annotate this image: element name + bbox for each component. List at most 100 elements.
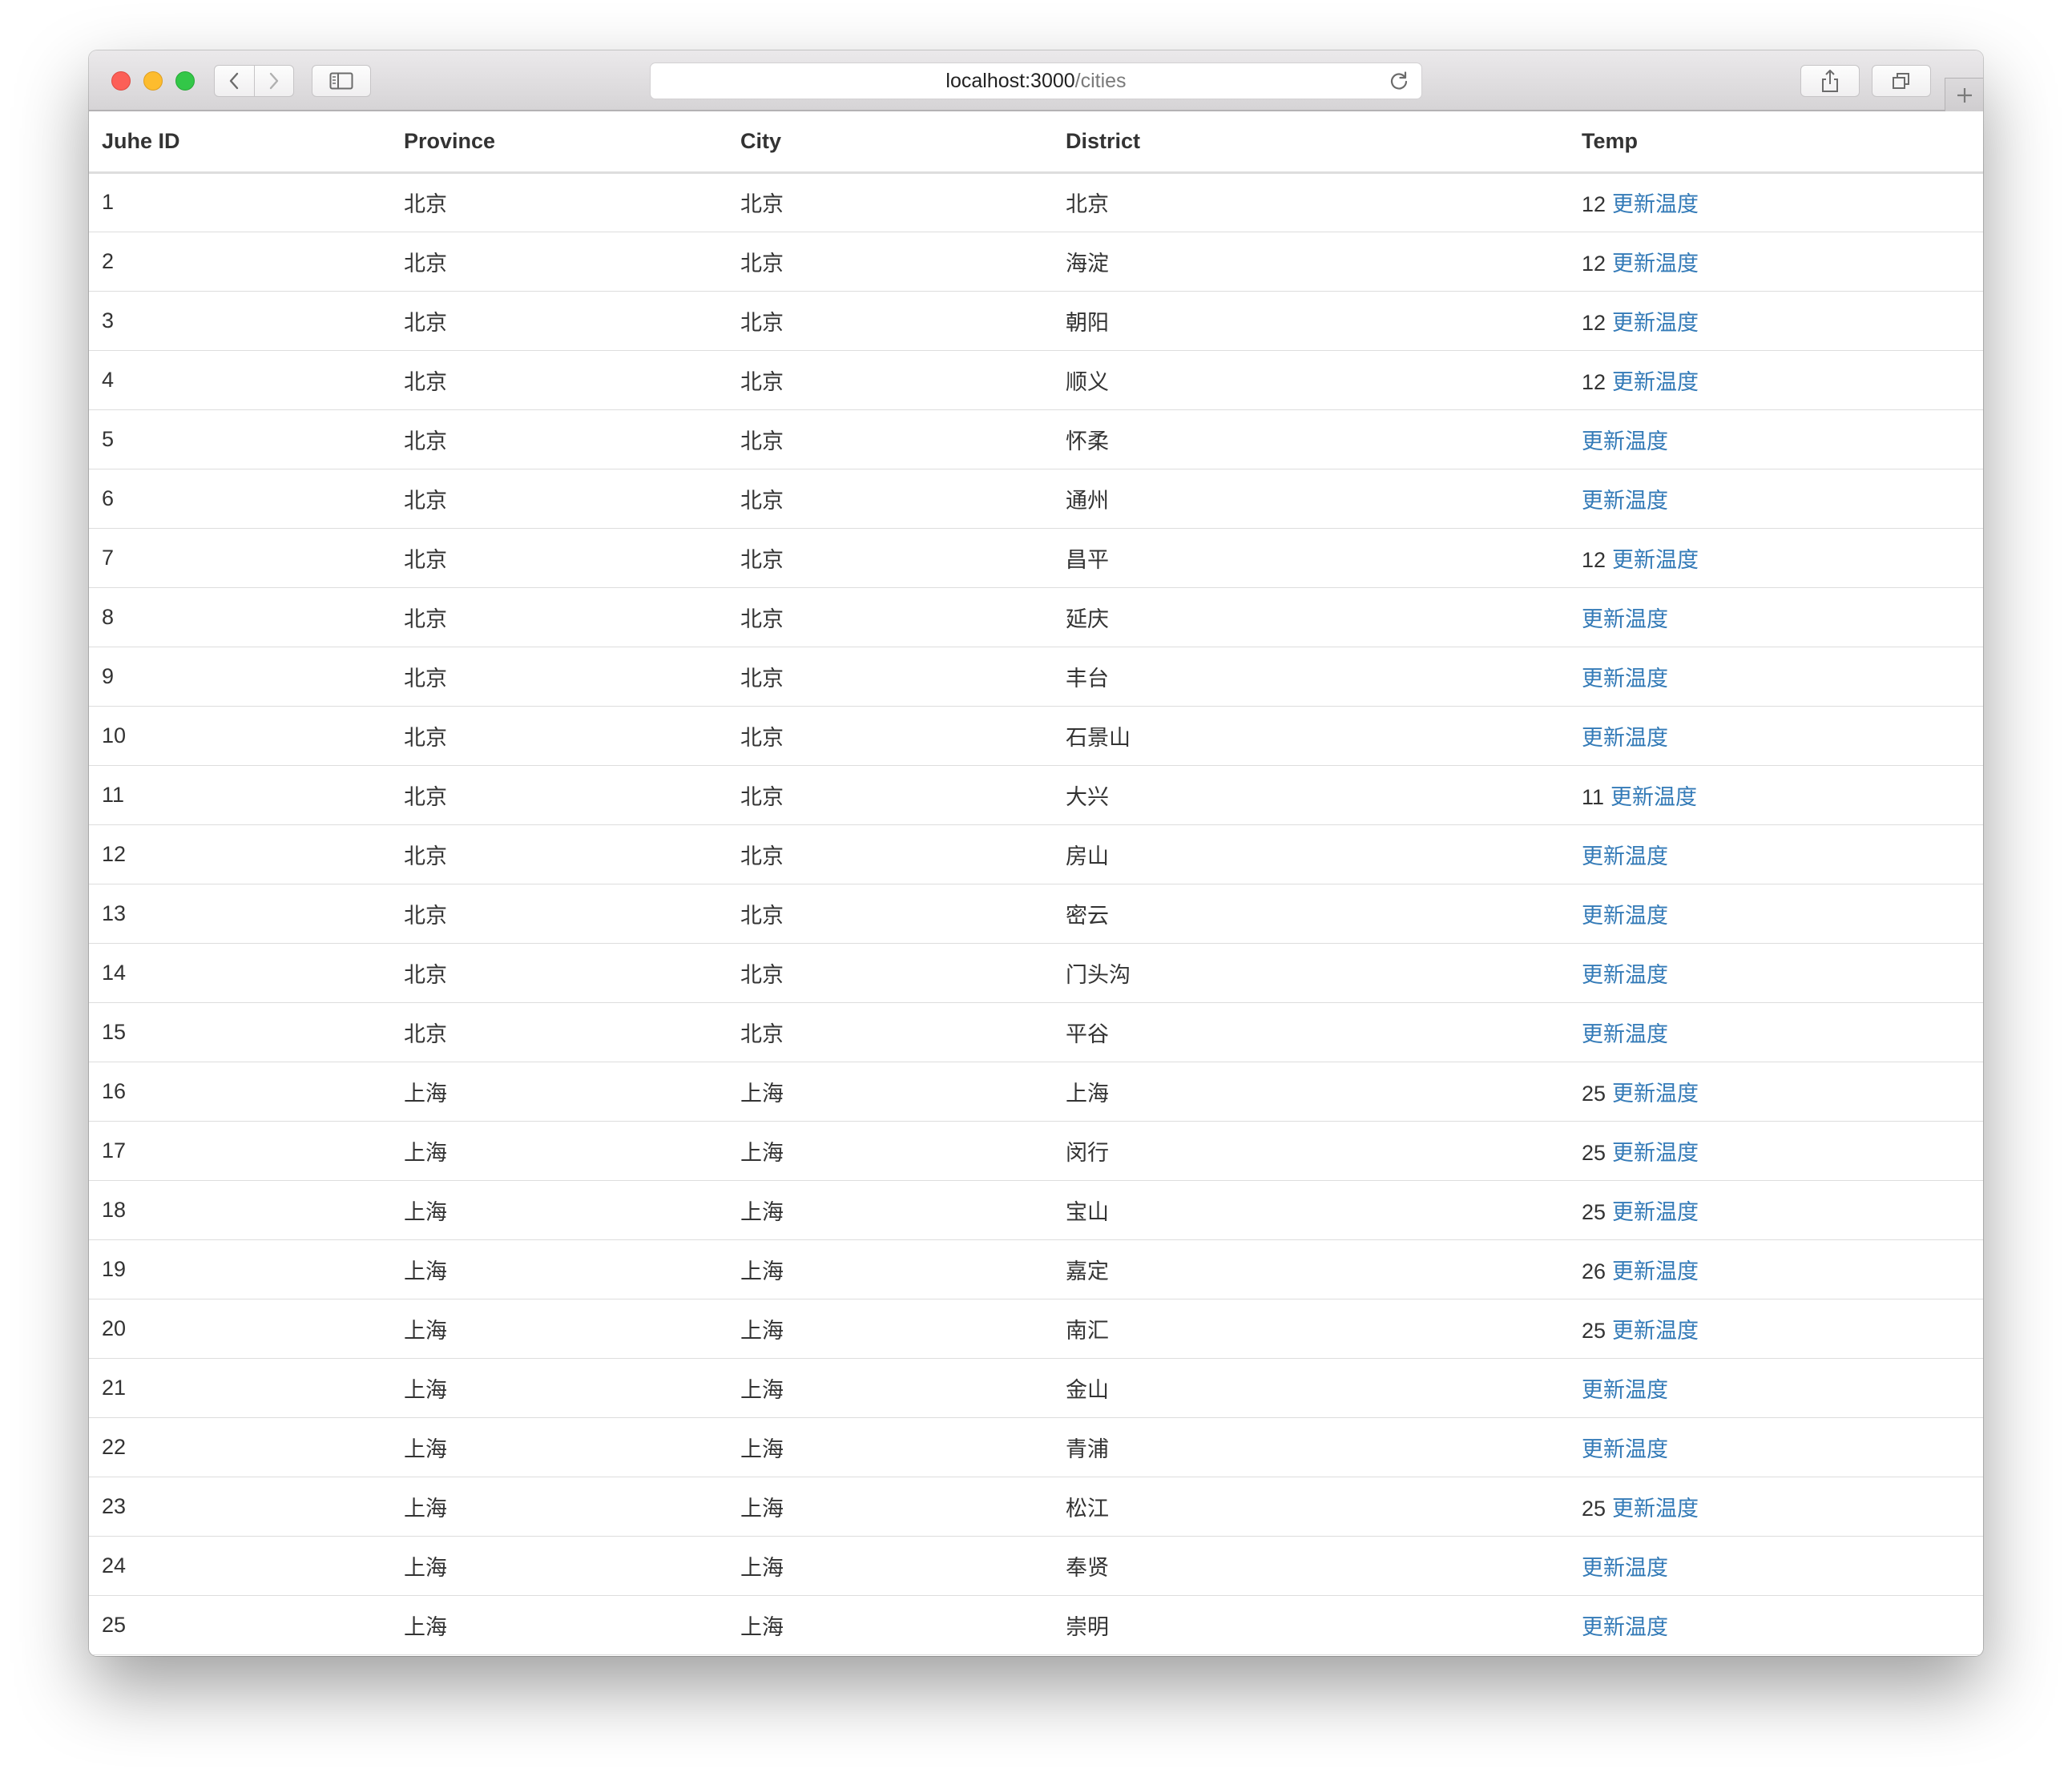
- table-row: 15 北京 北京 平谷 更新温度: [89, 1002, 1983, 1062]
- update-temperature-link[interactable]: 更新温度: [1610, 785, 1697, 809]
- temperature-value: 25: [1582, 1081, 1606, 1106]
- cell-district: 崇明: [1053, 1595, 1569, 1655]
- cell-district: 通州: [1053, 469, 1569, 529]
- update-temperature-link[interactable]: 更新温度: [1582, 1615, 1668, 1639]
- cell-district: 平谷: [1053, 1002, 1569, 1062]
- cell-juhe-id: 25: [89, 1595, 391, 1655]
- table-row: 14 北京 北京 门头沟 更新温度: [89, 943, 1983, 1003]
- cell-temp: 更新温度: [1569, 943, 1983, 1003]
- cell-city: 上海: [728, 1239, 1053, 1299]
- update-temperature-link[interactable]: 更新温度: [1582, 489, 1668, 513]
- update-temperature-link[interactable]: 更新温度: [1612, 1497, 1699, 1521]
- update-temperature-link[interactable]: 更新温度: [1582, 607, 1668, 631]
- tabs-overview-button[interactable]: [1872, 65, 1931, 97]
- cell-province: 北京: [391, 884, 728, 944]
- cell-juhe-id: 11: [89, 765, 391, 825]
- share-icon: [1822, 70, 1838, 92]
- update-temperature-link[interactable]: 更新温度: [1582, 1022, 1668, 1046]
- cell-temp: 更新温度: [1569, 1595, 1983, 1655]
- cell-district: 石景山: [1053, 706, 1569, 766]
- update-temperature-link[interactable]: 更新温度: [1582, 1556, 1668, 1580]
- cell-juhe-id: 20: [89, 1299, 391, 1359]
- cell-district: 海淀: [1053, 232, 1569, 292]
- cell-city: 北京: [728, 350, 1053, 410]
- update-temperature-link[interactable]: 更新温度: [1582, 1437, 1668, 1461]
- cell-city: 北京: [728, 528, 1053, 588]
- cell-district: 上海: [1053, 1062, 1569, 1122]
- maximize-window-button[interactable]: [175, 71, 195, 91]
- cell-juhe-id: 4: [89, 350, 391, 410]
- back-button[interactable]: [215, 66, 254, 96]
- table-row: 7 北京 北京 昌平 12 更新温度: [89, 528, 1983, 588]
- update-temperature-link[interactable]: 更新温度: [1612, 252, 1699, 276]
- browser-toolbar: localhost:3000/cities: [89, 50, 1983, 111]
- cell-city: 上海: [728, 1299, 1053, 1359]
- forward-button[interactable]: [253, 66, 294, 96]
- update-temperature-link[interactable]: 更新温度: [1612, 1141, 1699, 1165]
- cell-district: 顺义: [1053, 350, 1569, 410]
- update-temperature-link[interactable]: 更新温度: [1582, 1378, 1668, 1402]
- cell-city: 上海: [728, 1536, 1053, 1596]
- table-row: 16 上海 上海 上海 25 更新温度: [89, 1062, 1983, 1122]
- cell-juhe-id: 15: [89, 1002, 391, 1062]
- cell-temp: 更新温度: [1569, 1536, 1983, 1596]
- cell-district: 北京: [1053, 172, 1569, 232]
- share-button[interactable]: [1800, 65, 1860, 97]
- minimize-window-button[interactable]: [143, 71, 163, 91]
- new-tab-button[interactable]: [1945, 78, 1983, 111]
- header-temp: Temp: [1569, 111, 1983, 174]
- update-temperature-link[interactable]: 更新温度: [1582, 726, 1668, 750]
- cell-city: 北京: [728, 884, 1053, 944]
- cell-province: 上海: [391, 1062, 728, 1122]
- cell-juhe-id: 22: [89, 1417, 391, 1477]
- cell-province: 北京: [391, 1002, 728, 1062]
- cell-juhe-id: 24: [89, 1536, 391, 1596]
- sidebar-button[interactable]: [312, 65, 371, 97]
- cell-city: 北京: [728, 647, 1053, 707]
- reload-button[interactable]: [1388, 70, 1410, 92]
- cell-juhe-id: 5: [89, 409, 391, 469]
- cell-district: 门头沟: [1053, 943, 1569, 1003]
- temperature-value: 26: [1582, 1259, 1606, 1283]
- cell-city: 上海: [728, 1417, 1053, 1477]
- cell-juhe-id: 8: [89, 587, 391, 647]
- table-row: 20 上海 上海 南汇 25 更新温度: [89, 1299, 1983, 1359]
- cell-city: 北京: [728, 172, 1053, 232]
- cell-temp: 11 更新温度: [1569, 765, 1983, 825]
- update-temperature-link[interactable]: 更新温度: [1612, 1082, 1699, 1106]
- reload-icon: [1390, 71, 1408, 90]
- cell-temp: 更新温度: [1569, 824, 1983, 884]
- address-bar[interactable]: localhost:3000/cities: [650, 62, 1422, 99]
- update-temperature-link[interactable]: 更新温度: [1612, 1319, 1699, 1343]
- cell-province: 上海: [391, 1180, 728, 1240]
- cell-city: 上海: [728, 1180, 1053, 1240]
- tabs-overview-icon: [1893, 73, 1909, 89]
- update-temperature-link[interactable]: 更新温度: [1582, 904, 1668, 928]
- temperature-value: 25: [1582, 1318, 1606, 1343]
- update-temperature-link[interactable]: 更新温度: [1612, 370, 1699, 394]
- update-temperature-link[interactable]: 更新温度: [1582, 429, 1668, 453]
- temperature-value: 12: [1582, 192, 1606, 216]
- cell-province: 上海: [391, 1121, 728, 1181]
- table-row: 24 上海 上海 奉贤 更新温度: [89, 1536, 1983, 1596]
- cell-juhe-id: 12: [89, 824, 391, 884]
- update-temperature-link[interactable]: 更新温度: [1612, 1200, 1699, 1224]
- cell-district: 怀柔: [1053, 409, 1569, 469]
- update-temperature-link[interactable]: 更新温度: [1582, 844, 1668, 868]
- table-row: 2 北京 北京 海淀 12 更新温度: [89, 232, 1983, 292]
- update-temperature-link[interactable]: 更新温度: [1582, 963, 1668, 987]
- update-temperature-link[interactable]: 更新温度: [1612, 192, 1699, 216]
- cell-district: 宝山: [1053, 1180, 1569, 1240]
- close-window-button[interactable]: [111, 71, 131, 91]
- cell-temp: 更新温度: [1569, 1358, 1983, 1418]
- update-temperature-link[interactable]: 更新温度: [1612, 1259, 1699, 1283]
- cell-juhe-id: 3: [89, 291, 391, 351]
- cell-juhe-id: 21: [89, 1358, 391, 1418]
- update-temperature-link[interactable]: 更新温度: [1612, 548, 1699, 572]
- cell-temp: 更新温度: [1569, 647, 1983, 707]
- table-row: 12 北京 北京 房山 更新温度: [89, 824, 1983, 884]
- update-temperature-link[interactable]: 更新温度: [1612, 311, 1699, 335]
- table-row: 9 北京 北京 丰台 更新温度: [89, 647, 1983, 707]
- temperature-value: 25: [1582, 1199, 1606, 1224]
- update-temperature-link[interactable]: 更新温度: [1582, 667, 1668, 691]
